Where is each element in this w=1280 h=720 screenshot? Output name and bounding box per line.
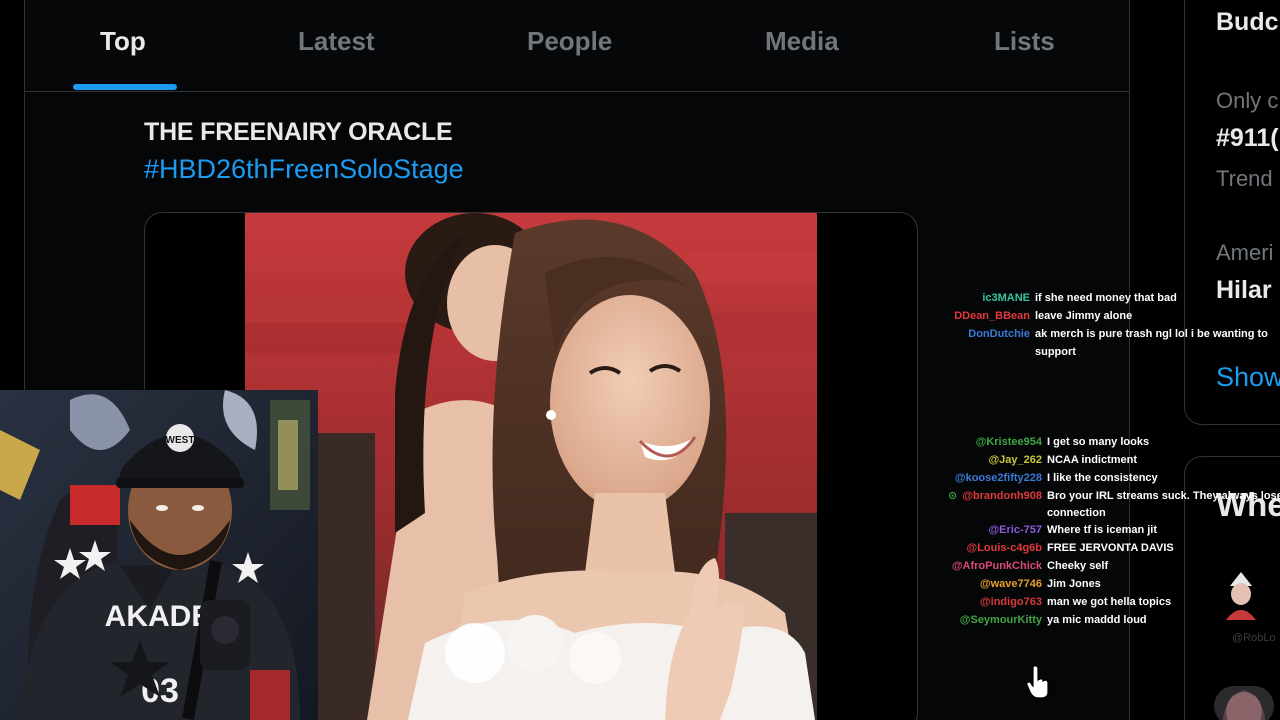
trend-meta: Trend bbox=[1216, 166, 1273, 191]
suggested-user-avatar[interactable] bbox=[1222, 570, 1260, 620]
chat-username[interactable]: @koose2fifty228 bbox=[955, 470, 1042, 487]
tab-latest[interactable]: Latest bbox=[298, 26, 375, 62]
chat-text: Bro your IRL streams suck. They always l… bbox=[1047, 490, 1280, 502]
suggested-user-handle[interactable]: @RobLo bbox=[1232, 632, 1276, 644]
chat-username[interactable]: @Louis-c4g6b bbox=[966, 540, 1042, 557]
tab-lists[interactable]: Lists bbox=[994, 26, 1055, 62]
chat-text: leave Jimmy alone bbox=[1035, 310, 1133, 322]
chat-text: if she need money that bad bbox=[1035, 292, 1177, 304]
chat-text-continued: support bbox=[1035, 346, 1076, 358]
chat-text: Cheeky self bbox=[1047, 560, 1109, 572]
chat-username[interactable]: @indigo763 bbox=[980, 594, 1042, 611]
trend-context: Only c bbox=[1216, 88, 1279, 113]
photo-image bbox=[245, 213, 817, 720]
trend-item-1[interactable]: #911( bbox=[1216, 124, 1279, 153]
tab-people[interactable]: People bbox=[527, 26, 612, 62]
chat-username[interactable]: @wave7746 bbox=[980, 576, 1042, 593]
chat-text: ak merch is pure trash ngl lol i be want… bbox=[1035, 328, 1268, 340]
tweet-photo[interactable] bbox=[245, 213, 817, 720]
chat-text: Where tf is iceman jit bbox=[1047, 524, 1158, 536]
chat-username[interactable]: DDean_BBean bbox=[954, 308, 1030, 325]
trend-context-2: Ameri bbox=[1216, 240, 1274, 265]
tweet-author-name[interactable]: THE FREENAIRY ORACLE bbox=[144, 118, 453, 147]
chat-username[interactable]: @Jay_262 bbox=[988, 452, 1042, 469]
chat-text: man we got hella topics bbox=[1047, 596, 1172, 608]
trend-item-2[interactable]: Hilar bbox=[1216, 276, 1272, 305]
chat-username[interactable]: @brandonh908 bbox=[962, 488, 1042, 505]
jersey-text: AKADE bbox=[105, 600, 212, 633]
suggested-user-avatar-2[interactable] bbox=[1214, 686, 1274, 720]
chat-badge-icon: ⊙ bbox=[948, 490, 958, 502]
chat-text: I get so many looks bbox=[1047, 436, 1150, 448]
mouse-pointer-icon bbox=[1026, 664, 1052, 700]
chat-username[interactable]: DonDutchie bbox=[968, 326, 1030, 343]
search-tabs: Top Latest People Media Lists bbox=[25, 0, 1129, 92]
active-tab-indicator bbox=[73, 84, 177, 90]
chat-text: I like the consistency bbox=[1047, 472, 1158, 484]
chat-username[interactable]: @SeymourKitty bbox=[960, 612, 1042, 629]
tab-top[interactable]: Top bbox=[100, 26, 146, 62]
tab-media[interactable]: Media bbox=[765, 26, 839, 62]
chat-username[interactable]: @Kristee954 bbox=[976, 434, 1042, 451]
cap-logo-text: WEST bbox=[166, 435, 195, 446]
chat-text: Jim Jones bbox=[1047, 578, 1101, 590]
chat-username[interactable]: @Eric-757 bbox=[988, 522, 1042, 539]
screen: Top Latest People Media Lists THE FREENA… bbox=[0, 0, 1280, 720]
chat-text: NCAA indictment bbox=[1047, 454, 1138, 466]
tweet-hashtag-link[interactable]: #HBD26thFreenSoloStage bbox=[144, 154, 464, 185]
chat-text-continued: connection bbox=[1047, 507, 1106, 519]
show-more-link[interactable]: Show bbox=[1216, 362, 1280, 393]
chat-username[interactable]: ic3MANE bbox=[982, 290, 1030, 307]
streamer-webcam: WEST AKADE 03 bbox=[0, 390, 318, 720]
chat-username[interactable]: @AfroPunkChick bbox=[952, 558, 1042, 575]
chat-text: FREE JERVONTA DAVIS bbox=[1047, 542, 1174, 554]
chat-text: ya mic maddd loud bbox=[1047, 614, 1147, 626]
sidebar-card-title: Budc bbox=[1216, 8, 1279, 36]
